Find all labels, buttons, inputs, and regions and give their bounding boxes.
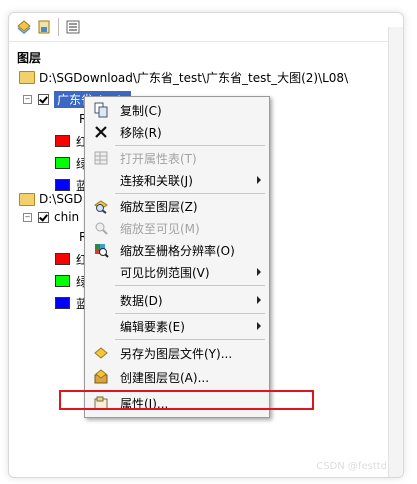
menu-item-data[interactable]: 数据(D) (85, 289, 269, 311)
list-by-drawing-order-icon[interactable] (15, 18, 33, 36)
menu-item-joins-relates[interactable]: 连接和关联(J) (85, 169, 269, 191)
menu-item-visible-scale-range[interactable]: 可见比例范围(V) (85, 261, 269, 283)
remove-icon (90, 124, 112, 140)
layer-name[interactable]: chin (54, 210, 79, 224)
menu-separator (115, 313, 265, 314)
menu-item-copy[interactable]: 复制(C) (85, 99, 269, 121)
copy-icon (90, 102, 112, 118)
blue-swatch[interactable] (55, 297, 70, 309)
folder-icon (19, 192, 35, 206)
green-swatch[interactable] (55, 275, 70, 287)
menu-item-save-as-layer-file[interactable]: 另存为图层文件(Y)... (85, 342, 269, 364)
menu-label: 可见比例范围(V) (120, 265, 210, 280)
menu-label: 连接和关联(J) (120, 173, 193, 188)
submenu-arrow-icon (257, 176, 261, 184)
layer-package-icon (90, 369, 112, 385)
menu-separator (115, 339, 265, 340)
menu-label: 复制(C) (120, 103, 162, 118)
collapse-icon[interactable]: − (23, 94, 32, 104)
menu-item-open-attribute-table[interactable]: 打开属性表(T) (85, 147, 269, 169)
layer-context-menu: 复制(C) 移除(R) 打开属性表(T) 连接和关联(J) 缩放至图层(Z) 缩… (84, 96, 270, 418)
red-swatch[interactable] (55, 135, 70, 147)
menu-item-zoom-to-raster-resolution[interactable]: 缩放至栅格分辨率(O) (85, 239, 269, 261)
folder-icon (19, 70, 35, 84)
green-swatch[interactable] (55, 157, 70, 169)
collapse-icon[interactable]: − (23, 212, 32, 222)
layer-visibility-checkbox[interactable] (38, 93, 49, 105)
tree-layer-2[interactable]: − chin (23, 207, 79, 227)
options-icon[interactable] (64, 18, 82, 36)
folder-path: D:\SGD (39, 192, 83, 206)
toc-toolbar (9, 13, 391, 42)
menu-item-create-layer-package[interactable]: 创建图层包(A)... (85, 366, 269, 388)
zoom-to-layer-icon (90, 198, 112, 214)
toolbar-separator (58, 18, 59, 36)
menu-item-remove[interactable]: 移除(R) (85, 121, 269, 143)
table-icon (90, 150, 112, 166)
menu-label: 数据(D) (120, 293, 163, 308)
vertical-scrollbar[interactable] (388, 27, 403, 477)
menu-separator (115, 193, 265, 194)
menu-label: 移除(R) (120, 125, 162, 140)
zoom-to-visible-icon (90, 220, 112, 236)
zoom-raster-icon (90, 242, 112, 258)
menu-separator (115, 145, 265, 146)
menu-label: 缩放至可见(M) (120, 221, 200, 236)
red-swatch[interactable] (55, 253, 70, 265)
submenu-arrow-icon (257, 296, 261, 304)
menu-item-zoom-to-layer[interactable]: 缩放至图层(Z) (85, 195, 269, 217)
submenu-arrow-icon (257, 268, 261, 276)
menu-item-zoom-to-visible[interactable]: 缩放至可见(M) (85, 217, 269, 239)
layer-visibility-checkbox[interactable] (38, 211, 49, 223)
menu-label: 另存为图层文件(Y)... (120, 346, 233, 361)
menu-label: 创建图层包(A)... (120, 370, 210, 385)
menu-label: 缩放至图层(Z) (120, 199, 198, 214)
menu-separator (115, 285, 265, 286)
submenu-arrow-icon (257, 322, 261, 330)
menu-label: 缩放至栅格分辨率(O) (120, 243, 235, 258)
watermark: CSDN @festtd (316, 461, 387, 472)
panel-title: 图层 (17, 51, 42, 65)
menu-label: 编辑要素(E) (120, 319, 185, 334)
folder-path: D:\SGDownload\广东省_test\广东省_test_大图(2)\L0… (39, 70, 349, 85)
menu-item-edit-features[interactable]: 编辑要素(E) (85, 315, 269, 337)
tree-folder-1[interactable]: D:\SGDownload\广东省_test\广东省_test_大图(2)\L0… (19, 67, 348, 87)
properties-highlight-annotation (59, 390, 314, 410)
layer-file-icon (90, 345, 112, 361)
menu-label: 打开属性表(T) (120, 151, 197, 166)
list-by-source-icon[interactable] (35, 18, 53, 36)
tree-folder-2[interactable]: D:\SGD (19, 189, 82, 209)
